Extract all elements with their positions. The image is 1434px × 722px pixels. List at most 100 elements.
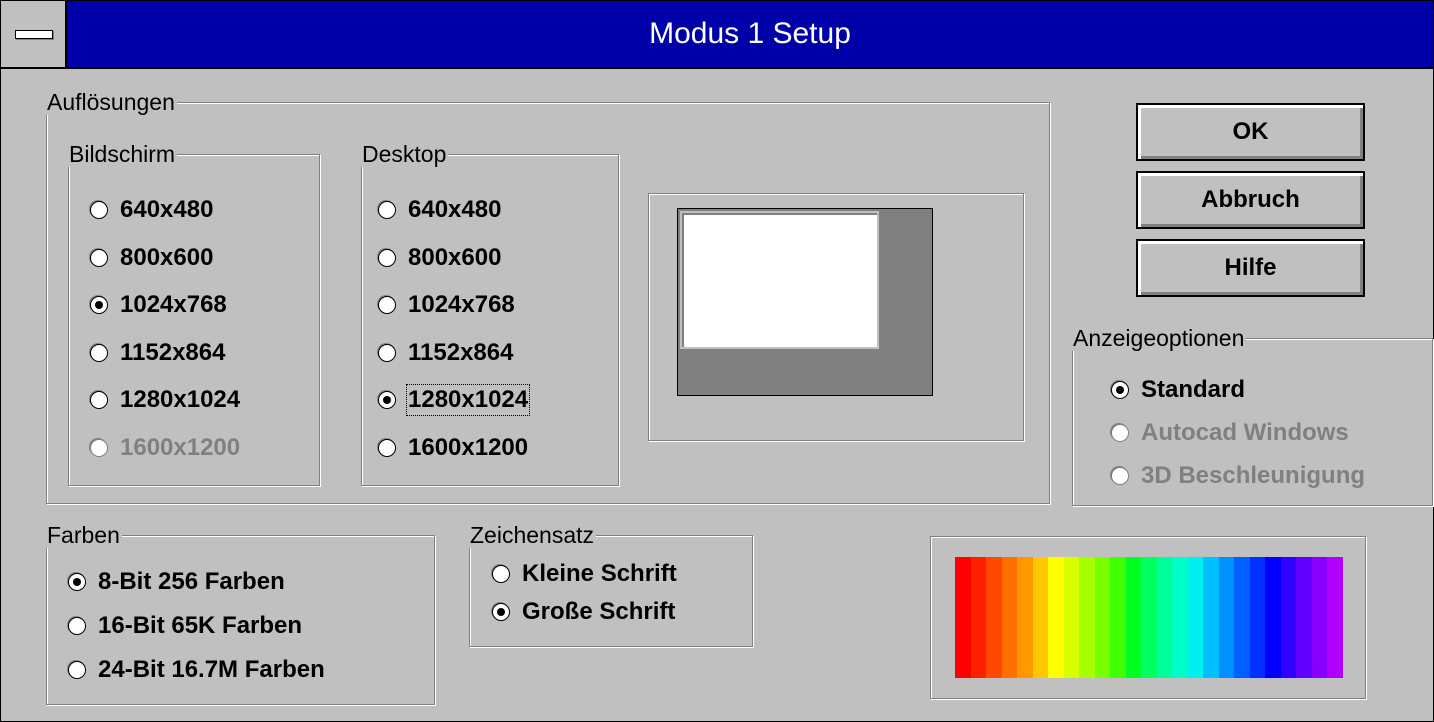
desktop-resolution-radio-label: 1152x864 (408, 338, 514, 366)
desktop-resolution-radio-1[interactable]: 800x600 (378, 244, 501, 272)
palette-swatch (1296, 557, 1312, 678)
display-option-radio-label: Standard (1141, 376, 1246, 403)
palette-swatch (1311, 557, 1328, 678)
radio-circle-icon (1111, 467, 1129, 485)
palette-swatch (955, 557, 971, 678)
screen-resolution-radio-1[interactable]: 800x600 (90, 244, 213, 272)
color-depth-radio-0[interactable]: 8-Bit 256 Farben (68, 568, 285, 596)
radio-circle-icon (90, 438, 108, 457)
screen-resolution-radio-label: 800x600 (120, 243, 214, 271)
screen-resolution-radio-5: 1600x1200 (90, 434, 240, 462)
display-options-label: Anzeigeoptionen (1071, 325, 1247, 351)
palette-swatch (1001, 557, 1018, 678)
display-option-radio-0[interactable]: Standard (1111, 376, 1245, 404)
display-option-radio-1: Autocad Windows (1111, 419, 1349, 447)
display-option-radio-label: Autocad Windows (1141, 419, 1349, 446)
radio-circle-icon (90, 343, 108, 362)
radio-circle-icon (68, 573, 86, 591)
screen-resolution-radio-0[interactable]: 640x480 (90, 196, 213, 224)
desktop-resolution-radio-4[interactable]: 1280x1024 (378, 384, 531, 416)
title-bar: Modus 1 Setup (1, 1, 1433, 69)
screen-resolution-label: Bildschirm (67, 141, 178, 167)
screen-resolution-radio-label: 640x480 (120, 196, 214, 223)
radio-circle-icon (90, 248, 108, 267)
desktop-resolution-radio-0[interactable]: 640x480 (378, 196, 501, 224)
font-size-radio-label: Große Schrift (522, 598, 676, 625)
help-button[interactable]: Hilfe (1136, 239, 1365, 297)
palette-swatch (986, 557, 1002, 678)
radio-circle-icon (1111, 424, 1129, 442)
color-depth-radio-label: 8-Bit 256 Farben (98, 568, 285, 595)
screen-resolution-radio-3[interactable]: 1152x864 (90, 339, 225, 367)
palette-swatch (1141, 557, 1157, 678)
resolutions-label: Auflösungen (45, 89, 177, 115)
desktop-resolution-radio-label: 1024x768 (408, 291, 515, 318)
palette-swatch (1079, 557, 1095, 678)
cancel-button[interactable]: Abbruch (1136, 171, 1365, 229)
palette-swatch (1156, 557, 1173, 678)
screen-resolution-radio-4[interactable]: 1280x1024 (90, 386, 240, 414)
desktop-resolution-radio-label: 800x600 (408, 243, 502, 271)
radio-circle-icon (492, 565, 510, 583)
display-option-radio-2: 3D Beschleunigung (1111, 462, 1365, 490)
display-option-radio-label: 3D Beschleunigung (1141, 462, 1366, 489)
color-depth-radio-label: 24-Bit 16.7M Farben (98, 656, 325, 683)
palette-swatch (1172, 557, 1188, 678)
palette-swatch (1218, 557, 1235, 678)
screen-resolution-radio-label: 1152x864 (120, 338, 226, 366)
radio-circle-icon (378, 201, 396, 219)
radio-circle-icon (90, 296, 108, 314)
desktop-resolution-radio-label: 1600x1200 (408, 433, 529, 461)
color-depth-radio-label: 16-Bit 65K Farben (98, 612, 303, 639)
font-size-radio-1[interactable]: Große Schrift (492, 598, 675, 626)
radio-circle-icon (378, 438, 396, 457)
palette-swatch (1265, 557, 1281, 678)
font-size-group: Zeichensatz (468, 522, 753, 647)
radio-circle-icon (90, 391, 108, 409)
palette-swatch (1094, 557, 1111, 678)
font-size-radio-0[interactable]: Kleine Schrift (492, 560, 677, 588)
radio-circle-icon (68, 617, 86, 635)
desktop-resolution-radio-3[interactable]: 1152x864 (378, 339, 513, 367)
palette-swatch (1063, 557, 1080, 678)
system-menu-icon (15, 30, 53, 39)
radio-circle-icon (378, 343, 396, 362)
palette-swatch (1203, 557, 1219, 678)
radio-circle-icon (378, 391, 396, 409)
window-title: Modus 1 Setup (649, 17, 851, 50)
font-size-label: Zeichensatz (468, 522, 597, 548)
palette-swatch (1048, 557, 1064, 678)
radio-circle-icon (68, 661, 86, 679)
palette-swatch (1125, 557, 1142, 678)
palette-swatch (1110, 557, 1126, 678)
desktop-resolution-label: Desktop (360, 141, 449, 167)
system-menu-button[interactable] (1, 1, 67, 67)
palette-swatch (970, 557, 987, 678)
palette-swatch (1017, 557, 1033, 678)
desktop-resolution-radio-2[interactable]: 1024x768 (378, 291, 515, 319)
palette-swatch (1032, 557, 1049, 678)
color-palette (955, 557, 1343, 678)
screen-resolution-radio-2[interactable]: 1024x768 (90, 291, 227, 319)
palette-swatch (1249, 557, 1266, 678)
desktop-resolution-radio-5[interactable]: 1600x1200 (378, 434, 528, 462)
desktop-resolution-radio-label: 640x480 (408, 196, 502, 223)
palette-swatch (1280, 557, 1297, 678)
radio-circle-icon (90, 201, 108, 219)
radio-circle-icon (378, 296, 396, 314)
palette-swatch (1234, 557, 1250, 678)
desktop-resolution-radio-label: 1280x1024 (405, 384, 531, 416)
font-size-radio-label: Kleine Schrift (522, 560, 677, 587)
radio-circle-icon (492, 603, 510, 621)
radio-circle-icon (378, 248, 396, 267)
ok-button[interactable]: OK (1136, 103, 1365, 161)
screen-resolution-radio-label: 1280x1024 (120, 386, 241, 413)
palette-swatch (1187, 557, 1204, 678)
color-depth-radio-1[interactable]: 16-Bit 65K Farben (68, 612, 302, 640)
screen-resolution-radio-label: 1600x1200 (120, 433, 241, 461)
palette-swatch (1327, 557, 1343, 678)
screen-resolution-radio-label: 1024x768 (120, 291, 227, 318)
radio-circle-icon (1111, 381, 1129, 399)
colors-label: Farben (45, 522, 122, 548)
color-depth-radio-2[interactable]: 24-Bit 16.7M Farben (68, 656, 325, 684)
